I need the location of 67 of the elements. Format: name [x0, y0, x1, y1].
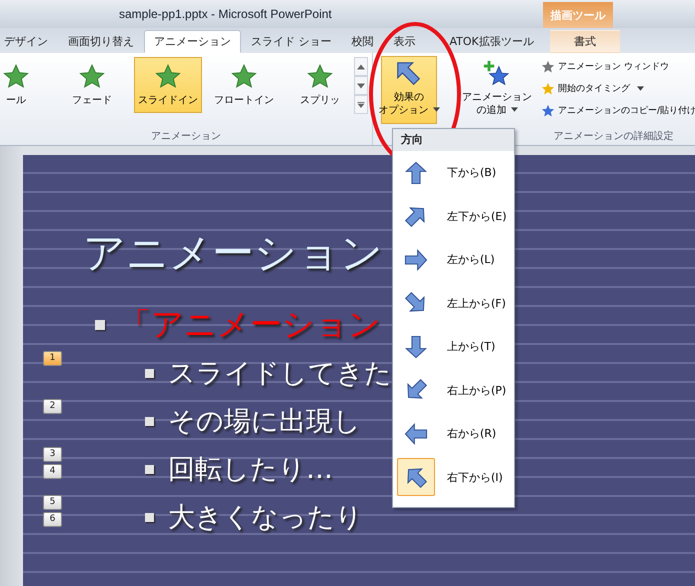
caret-down-icon [510, 107, 518, 112]
ribbon-command[interactable]: 開始のタイミング [539, 78, 695, 99]
contextual-tab-header: 描画ツール [543, 2, 613, 28]
caret-down-icon [357, 82, 365, 88]
ribbon-tab[interactable]: デザイン [0, 30, 58, 53]
arrow-icon [403, 334, 429, 360]
animation-gallery-item[interactable]: フェード [58, 57, 126, 113]
direction-option[interactable]: 左下から(E) [393, 194, 514, 238]
ribbon-command[interactable]: アニメーションのコピー/貼り付け [539, 100, 695, 121]
bullet-icon [145, 416, 154, 426]
caret-down-icon [432, 107, 440, 112]
direction-option[interactable]: 左上から(F) [393, 282, 514, 325]
direction-option[interactable]: 右上から(P) [393, 368, 514, 412]
ribbon-tab[interactable]: 書式 [550, 30, 620, 53]
direction-option[interactable]: 上から(T) [393, 325, 514, 368]
direction-option[interactable]: 右から(R) [393, 412, 514, 456]
ribbon-tab[interactable]: 校閲 [342, 30, 384, 53]
group-label: アニメーション [150, 130, 222, 144]
scroll-up-button[interactable] [354, 57, 368, 76]
command-icon [541, 104, 555, 118]
arrow-icon [403, 160, 429, 186]
star-icon [155, 64, 181, 90]
animation-order-tag[interactable]: 6 [43, 512, 62, 527]
command-icon [541, 82, 555, 96]
animation-gallery-item[interactable]: ール [0, 57, 50, 113]
slide-title: アニメーション [83, 227, 383, 279]
animation-order-tag[interactable]: 4 [43, 464, 62, 479]
ribbon-command[interactable]: アニメーション ウィンドウ [539, 56, 695, 77]
bullet-text: 回転したり… [168, 453, 333, 487]
animation-order-tag[interactable]: 3 [43, 447, 62, 462]
menu-heading: 方向 [393, 129, 514, 151]
direction-option[interactable]: 右下から(I) [393, 456, 514, 499]
ribbon-tab[interactable]: 表示 [384, 30, 426, 53]
caret-up-icon [357, 64, 365, 70]
arrow-icon [403, 246, 429, 273]
bullet-text: 「アニメーション [119, 304, 381, 345]
more-icon [357, 102, 365, 108]
animation-gallery-item[interactable]: フロートイン [210, 57, 278, 113]
bullet-icon [145, 512, 154, 522]
animation-gallery-item[interactable]: スライドイン [134, 57, 202, 113]
star-icon [79, 64, 105, 90]
ribbon-tab[interactable]: スライド ショー [241, 30, 342, 53]
ribbon-tab[interactable]: ATOK拡張ツール [440, 30, 544, 53]
ribbon-tab[interactable]: 画面切り替え [58, 30, 144, 53]
bullet-icon [145, 368, 154, 378]
animation-order-tag[interactable]: 2 [43, 399, 62, 414]
star-icon [3, 64, 29, 90]
arrow-icon [403, 420, 429, 447]
star-icon [231, 64, 257, 90]
window-title: sample-pp1.pptx - Microsoft PowerPoint [119, 7, 332, 21]
ribbon-tab[interactable]: アニメーション [144, 30, 241, 53]
direction-option[interactable]: 下から(B) [393, 151, 514, 194]
animation-gallery-item[interactable]: スプリッ [286, 57, 354, 113]
bullet-icon [145, 464, 154, 474]
command-icon [541, 60, 555, 74]
gallery-more-button[interactable] [354, 95, 368, 114]
direction-option[interactable]: 左から(L) [393, 238, 514, 282]
bullet-text: 大きくなったり [168, 501, 363, 535]
group-label: アニメーションの詳細設定 [552, 130, 675, 144]
bullet-text: スライドしてきた [168, 357, 392, 391]
star-icon [307, 64, 333, 90]
bullet-text: その場に出現し [168, 405, 361, 439]
scroll-down-button[interactable] [354, 76, 368, 95]
animation-order-tag[interactable]: 5 [43, 495, 62, 510]
animation-order-tag[interactable]: 1 [43, 351, 62, 366]
bullet-icon [95, 320, 105, 330]
add-animation-button[interactable]: アニメーション の追加 [459, 56, 535, 128]
